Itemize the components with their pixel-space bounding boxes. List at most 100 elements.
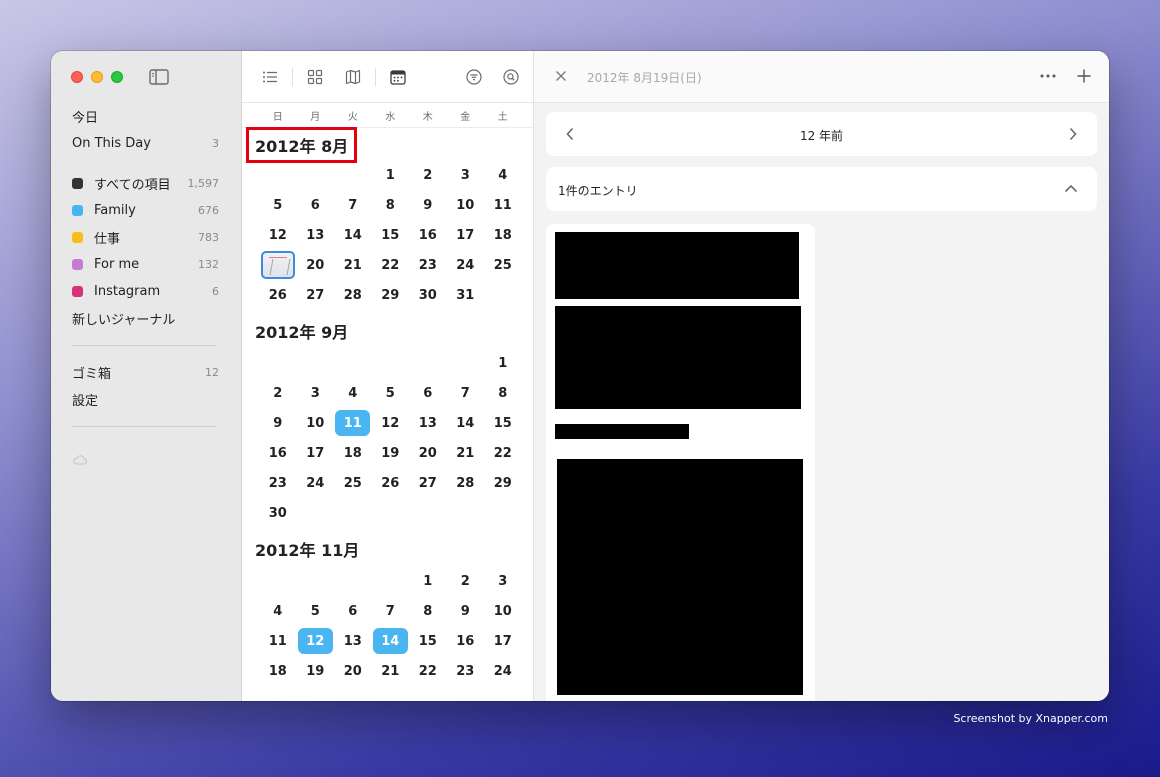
calendar-day[interactable]: 12 [372, 408, 410, 438]
calendar-day[interactable]: 4 [484, 160, 522, 190]
sidebar-item-instagram[interactable]: Instagram 6 [51, 278, 241, 305]
calendar-day[interactable]: 5 [372, 378, 410, 408]
calendar-day[interactable]: 28 [334, 280, 372, 310]
calendar-day[interactable]: 17 [484, 626, 522, 656]
calendar-day[interactable]: 22 [484, 438, 522, 468]
filter-icon[interactable] [466, 69, 482, 85]
calendar-day[interactable]: 11 [484, 190, 522, 220]
calendar-day[interactable]: 13 [334, 626, 372, 656]
sidebar-item-today[interactable]: 今日 [51, 103, 241, 130]
calendar-day[interactable]: 13 [409, 408, 447, 438]
search-icon[interactable] [503, 69, 519, 85]
calendar-day[interactable]: 10 [447, 190, 485, 220]
calendar-view-icon[interactable] [390, 69, 406, 85]
sidebar-item-on-this-day[interactable]: On This Day 3 [51, 130, 241, 157]
calendar-day[interactable]: 21 [334, 250, 372, 280]
calendar-day[interactable]: 6 [334, 596, 372, 626]
calendar-day[interactable]: 8 [372, 190, 410, 220]
zoom-window-button[interactable] [111, 71, 123, 83]
calendar-day[interactable]: 15 [372, 220, 410, 250]
calendar-day[interactable]: 16 [447, 626, 485, 656]
sidebar-toggle-icon[interactable] [149, 69, 169, 85]
calendar-day[interactable]: 18 [334, 438, 372, 468]
calendar-day[interactable]: 23 [259, 468, 297, 498]
calendar-day[interactable]: 20 [297, 250, 335, 280]
close-window-button[interactable] [71, 71, 83, 83]
more-options-icon[interactable] [1040, 74, 1056, 78]
calendar-day[interactable]: 9 [259, 408, 297, 438]
calendar-day[interactable]: 11 [259, 626, 297, 656]
calendar-day[interactable]: 5 [259, 190, 297, 220]
calendar-day[interactable]: 3 [484, 566, 522, 596]
sidebar-item-for-me[interactable]: For me 132 [51, 251, 241, 278]
calendar-day[interactable]: 11 [334, 408, 372, 438]
calendar-day[interactable]: 2 [447, 566, 485, 596]
calendar-day[interactable]: 26 [372, 468, 410, 498]
calendar-day[interactable]: 21 [372, 656, 410, 686]
calendar-day[interactable]: 1 [372, 160, 410, 190]
entry-card[interactable] [546, 224, 815, 701]
calendar-day[interactable]: 24 [447, 250, 485, 280]
calendar-day[interactable]: 30 [409, 280, 447, 310]
calendar-day[interactable]: 23 [447, 656, 485, 686]
calendar-day[interactable]: 25 [334, 468, 372, 498]
calendar-day[interactable]: 15 [409, 626, 447, 656]
calendar-day[interactable]: 14 [447, 408, 485, 438]
calendar-day[interactable]: 15 [484, 408, 522, 438]
calendar-day[interactable]: 24 [484, 656, 522, 686]
calendar-day[interactable]: 18 [259, 656, 297, 686]
calendar-day[interactable]: 16 [409, 220, 447, 250]
calendar-day[interactable]: 10 [484, 596, 522, 626]
calendar-day[interactable]: 27 [297, 280, 335, 310]
entries-header[interactable]: 1件のエントリ [546, 167, 1097, 211]
calendar-day[interactable]: 22 [409, 656, 447, 686]
calendar-day[interactable] [259, 250, 297, 280]
calendar-day[interactable]: 28 [447, 468, 485, 498]
calendar-day[interactable]: 3 [297, 378, 335, 408]
calendar-day[interactable]: 3 [447, 160, 485, 190]
calendar-day[interactable]: 17 [447, 220, 485, 250]
calendar-day[interactable]: 7 [372, 596, 410, 626]
calendar-day[interactable]: 8 [409, 596, 447, 626]
calendar-day[interactable]: 18 [484, 220, 522, 250]
calendar-day[interactable]: 17 [297, 438, 335, 468]
calendar-day[interactable]: 1 [484, 348, 522, 378]
calendar-day[interactable]: 2 [409, 160, 447, 190]
sidebar-item-family[interactable]: Family 676 [51, 197, 241, 224]
calendar-day[interactable]: 4 [259, 596, 297, 626]
sidebar-item-all[interactable]: すべての項目 1,597 [51, 170, 241, 197]
calendar-day[interactable]: 9 [447, 596, 485, 626]
close-icon[interactable] [555, 70, 567, 82]
map-view-icon[interactable] [345, 69, 361, 85]
calendar-day[interactable]: 27 [409, 468, 447, 498]
list-view-icon[interactable] [262, 69, 278, 85]
calendar-day[interactable]: 6 [409, 378, 447, 408]
calendar-day[interactable]: 8 [484, 378, 522, 408]
calendar-day[interactable]: 29 [484, 468, 522, 498]
calendar-day[interactable]: 23 [409, 250, 447, 280]
calendar-day[interactable]: 16 [259, 438, 297, 468]
calendar-day[interactable]: 4 [334, 378, 372, 408]
sidebar-item-new-journal[interactable]: 新しいジャーナル [51, 305, 241, 332]
calendar-day[interactable]: 29 [372, 280, 410, 310]
add-entry-icon[interactable] [1077, 69, 1091, 83]
calendar-day[interactable]: 9 [409, 190, 447, 220]
calendar-day[interactable]: 14 [334, 220, 372, 250]
chevron-right-icon[interactable] [1068, 127, 1078, 141]
calendar-day[interactable]: 30 [259, 498, 297, 528]
calendar-day[interactable]: 10 [297, 408, 335, 438]
chevron-up-icon[interactable] [1064, 184, 1078, 193]
calendar-day[interactable]: 13 [297, 220, 335, 250]
calendar-day[interactable]: 20 [334, 656, 372, 686]
calendar-day[interactable]: 19 [297, 656, 335, 686]
calendar-day[interactable]: 25 [484, 250, 522, 280]
calendar-day[interactable]: 7 [334, 190, 372, 220]
calendar-day[interactable]: 19 [372, 438, 410, 468]
sidebar-item-trash[interactable]: ゴミ箱 12 [51, 359, 241, 386]
calendar-day[interactable]: 12 [259, 220, 297, 250]
calendar-day[interactable]: 22 [372, 250, 410, 280]
sidebar-item-settings[interactable]: 設定 [51, 386, 241, 413]
calendar-day[interactable]: 26 [259, 280, 297, 310]
minimize-window-button[interactable] [91, 71, 103, 83]
sidebar-item-work[interactable]: 仕事 783 [51, 224, 241, 251]
